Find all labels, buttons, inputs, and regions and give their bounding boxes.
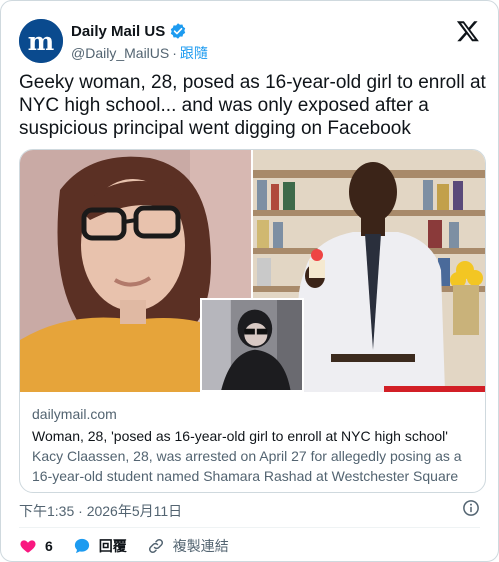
verified-badge-icon xyxy=(171,23,186,39)
author-handle[interactable]: @Daily_MailUS xyxy=(71,45,169,61)
reply-button[interactable]: 回覆 xyxy=(73,536,127,556)
reply-bubble-icon xyxy=(74,538,89,554)
like-count: 6 xyxy=(45,538,53,554)
link-description: Kacy Claassen, 28, was arrested on April… xyxy=(32,448,462,492)
photo-inset-surveillance xyxy=(200,298,304,392)
heart-icon xyxy=(20,540,36,553)
brand-strip xyxy=(384,386,485,392)
tweet-text: Geeky woman, 28, posed as 16-year-old gi… xyxy=(19,72,486,139)
divider xyxy=(19,527,480,528)
copy-link-button[interactable]: 複製連結 xyxy=(147,536,229,556)
handle-separator: · xyxy=(172,45,177,61)
author-display-name[interactable]: Daily Mail US xyxy=(71,23,165,40)
link-preview-meta[interactable]: dailymail.com Woman, 28, 'posed as 16-ye… xyxy=(32,405,472,492)
embedded-tweet-card: m Daily Mail US @Daily_MailUS · 跟隨 Geeky… xyxy=(0,0,499,562)
link-preview-card[interactable]: dailymail.com Woman, 28, 'posed as 16-ye… xyxy=(19,149,486,493)
like-button[interactable]: 6 xyxy=(19,537,53,555)
avatar[interactable]: m xyxy=(19,19,63,63)
svg-text:m: m xyxy=(28,27,54,56)
reply-label: 回覆 xyxy=(98,538,127,554)
tweet-timestamp[interactable]: 下午1:35 · 2026年5月11日 xyxy=(19,501,182,521)
info-icon[interactable] xyxy=(462,499,480,517)
link-icon xyxy=(148,538,163,554)
follow-link[interactable]: 跟隨 xyxy=(180,43,208,63)
copy-link-label: 複製連結 xyxy=(172,538,229,554)
tweet-actions: 6 回覆 複製連結 xyxy=(19,535,229,557)
tweet-header: m Daily Mail US @Daily_MailUS · 跟隨 xyxy=(19,17,482,63)
daily-mail-logo-icon: m xyxy=(19,19,63,63)
x-logo-icon[interactable] xyxy=(456,19,480,43)
link-preview-image[interactable] xyxy=(20,150,485,392)
author-info: Daily Mail US @Daily_MailUS · 跟隨 xyxy=(71,21,208,63)
link-domain: dailymail.com xyxy=(32,406,117,422)
link-title[interactable]: Woman, 28, 'posed as 16-year-old girl to… xyxy=(32,426,472,446)
